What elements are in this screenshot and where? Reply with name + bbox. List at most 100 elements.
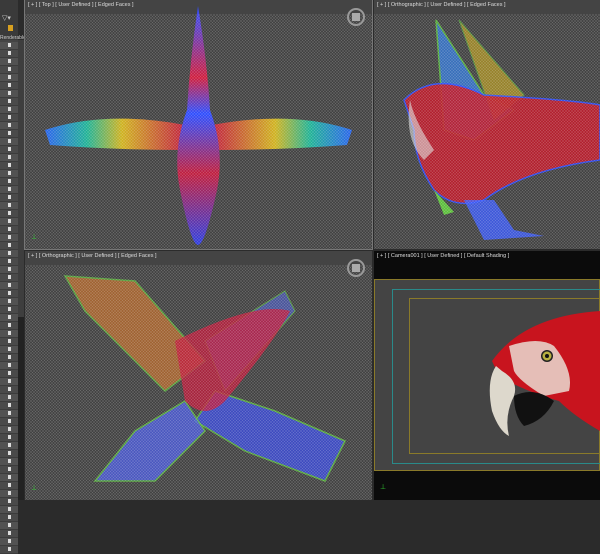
object-row[interactable] <box>0 218 18 226</box>
object-row[interactable] <box>0 42 18 50</box>
renderable-toggle-icon[interactable] <box>8 275 11 279</box>
object-row[interactable] <box>0 450 18 458</box>
renderable-toggle-icon[interactable] <box>8 219 11 223</box>
renderable-toggle-icon[interactable] <box>8 531 11 535</box>
renderable-toggle-icon[interactable] <box>8 163 11 167</box>
object-row[interactable] <box>0 50 18 58</box>
viewport-camera[interactable]: [ + ] [ Camera001 ] [ User Defined ] [ D… <box>374 251 600 500</box>
viewport-label[interactable]: [ + ] [ Orthographic ] [ User Defined ] … <box>28 253 157 259</box>
object-row[interactable] <box>0 114 18 122</box>
object-row[interactable] <box>0 482 18 490</box>
object-row[interactable] <box>0 538 18 546</box>
renderable-toggle-icon[interactable] <box>8 411 11 415</box>
renderable-toggle-icon[interactable] <box>8 371 11 375</box>
renderable-toggle-icon[interactable] <box>8 523 11 527</box>
object-row[interactable] <box>0 90 18 98</box>
renderable-toggle-icon[interactable] <box>8 355 11 359</box>
renderable-toggle-icon[interactable] <box>8 475 11 479</box>
renderable-toggle-icon[interactable] <box>8 187 11 191</box>
renderable-toggle-icon[interactable] <box>8 99 11 103</box>
object-row[interactable] <box>0 250 18 258</box>
renderable-toggle-icon[interactable] <box>8 403 11 407</box>
renderable-toggle-icon[interactable] <box>8 419 11 423</box>
renderable-toggle-icon[interactable] <box>8 467 11 471</box>
object-row[interactable] <box>0 178 18 186</box>
renderable-toggle-icon[interactable] <box>8 387 11 391</box>
filter-icon[interactable]: ▽▾ <box>2 14 11 22</box>
object-row[interactable] <box>0 490 18 498</box>
viewport-orthographic-2[interactable]: [ + ] [ Orthographic ] [ User Defined ] … <box>25 251 372 500</box>
object-row[interactable] <box>0 242 18 250</box>
object-row[interactable] <box>0 162 18 170</box>
renderable-toggle-icon[interactable] <box>8 195 11 199</box>
renderable-toggle-icon[interactable] <box>8 75 11 79</box>
renderable-toggle-icon[interactable] <box>8 315 11 319</box>
renderable-toggle-icon[interactable] <box>8 395 11 399</box>
object-row[interactable] <box>0 282 18 290</box>
object-row[interactable] <box>0 202 18 210</box>
renderable-toggle-icon[interactable] <box>8 507 11 511</box>
object-row[interactable] <box>0 234 18 242</box>
object-row[interactable] <box>0 146 18 154</box>
renderable-toggle-icon[interactable] <box>8 323 11 327</box>
renderable-toggle-icon[interactable] <box>8 267 11 271</box>
object-row[interactable] <box>0 274 18 282</box>
renderable-toggle-icon[interactable] <box>8 67 11 71</box>
object-row[interactable] <box>0 306 18 314</box>
object-row[interactable] <box>0 386 18 394</box>
renderable-toggle-icon[interactable] <box>8 59 11 63</box>
object-row[interactable] <box>0 378 18 386</box>
object-row[interactable] <box>0 314 18 322</box>
object-list[interactable] <box>0 42 18 554</box>
object-row[interactable] <box>0 354 18 362</box>
object-row[interactable] <box>0 266 18 274</box>
renderable-toggle-icon[interactable] <box>8 283 11 287</box>
object-row[interactable] <box>0 474 18 482</box>
object-row[interactable] <box>0 138 18 146</box>
viewport-orthographic-1[interactable]: [ + ] [ Orthographic ] [ User Defined ] … <box>374 0 600 249</box>
object-row[interactable] <box>0 346 18 354</box>
object-row[interactable] <box>0 210 18 218</box>
object-row[interactable] <box>0 130 18 138</box>
renderable-toggle-icon[interactable] <box>8 243 11 247</box>
object-row[interactable] <box>0 394 18 402</box>
object-row[interactable] <box>0 402 18 410</box>
object-row[interactable] <box>0 322 18 330</box>
object-row[interactable] <box>0 370 18 378</box>
object-row[interactable] <box>0 514 18 522</box>
renderable-toggle-icon[interactable] <box>8 307 11 311</box>
renderable-toggle-icon[interactable] <box>8 107 11 111</box>
object-row[interactable] <box>0 418 18 426</box>
renderable-toggle-icon[interactable] <box>8 147 11 151</box>
renderable-toggle-icon[interactable] <box>8 251 11 255</box>
renderable-toggle-icon[interactable] <box>8 331 11 335</box>
renderable-toggle-icon[interactable] <box>8 115 11 119</box>
object-row[interactable] <box>0 458 18 466</box>
object-row[interactable] <box>0 298 18 306</box>
renderable-toggle-icon[interactable] <box>8 443 11 447</box>
object-row[interactable] <box>0 410 18 418</box>
renderable-toggle-icon[interactable] <box>8 155 11 159</box>
object-row[interactable] <box>0 194 18 202</box>
renderable-toggle-icon[interactable] <box>8 235 11 239</box>
renderable-toggle-icon[interactable] <box>8 91 11 95</box>
object-row[interactable] <box>0 442 18 450</box>
renderable-toggle-icon[interactable] <box>8 515 11 519</box>
object-row[interactable] <box>0 362 18 370</box>
renderable-toggle-icon[interactable] <box>8 171 11 175</box>
renderable-toggle-icon[interactable] <box>8 427 11 431</box>
object-row[interactable] <box>0 74 18 82</box>
object-row[interactable] <box>0 498 18 506</box>
viewcube-icon[interactable] <box>347 8 365 26</box>
object-row[interactable] <box>0 290 18 298</box>
object-row[interactable] <box>0 170 18 178</box>
object-row[interactable] <box>0 506 18 514</box>
viewport-label[interactable]: [ + ] [ Orthographic ] [ User Defined ] … <box>377 2 506 8</box>
layer-icon[interactable] <box>8 25 13 31</box>
renderable-toggle-icon[interactable] <box>8 363 11 367</box>
object-row[interactable] <box>0 106 18 114</box>
renderable-toggle-icon[interactable] <box>8 339 11 343</box>
object-row[interactable] <box>0 82 18 90</box>
object-row[interactable] <box>0 434 18 442</box>
object-row[interactable] <box>0 330 18 338</box>
